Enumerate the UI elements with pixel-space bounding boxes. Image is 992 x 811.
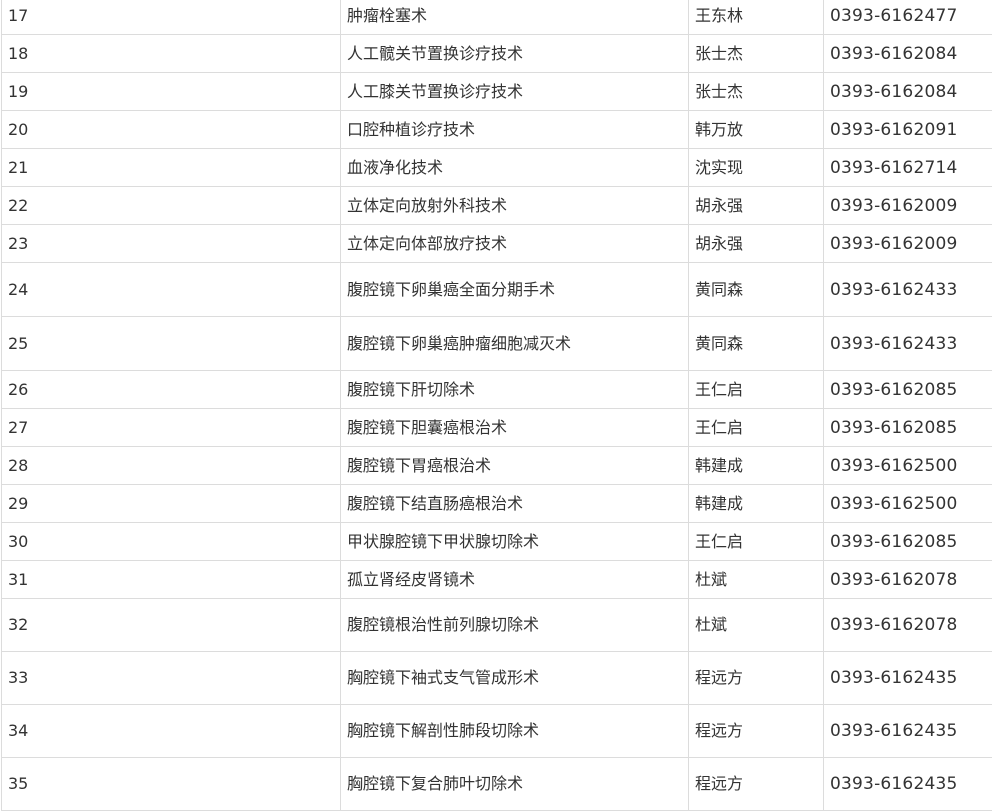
table-row: 33 胸腔镜下袖式支气管成形术 程远方 0393-6162435: [2, 652, 992, 705]
doctor-name: 程远方: [689, 705, 824, 758]
doctor-name: 杜斌: [689, 599, 824, 652]
phone-number: 0393-6162433: [824, 317, 992, 371]
phone-number: 0393-6162084: [824, 35, 992, 73]
doctor-name: 程远方: [689, 758, 824, 811]
row-number: 19: [2, 73, 341, 111]
technology-name: 腹腔镜根治性前列腺切除术: [341, 599, 689, 652]
table-row: 30 甲状腺腔镜下甲状腺切除术 王仁启 0393-6162085: [2, 523, 992, 561]
phone-number: 0393-6162085: [824, 409, 992, 447]
phone-number: 0393-6162435: [824, 705, 992, 758]
technology-name: 腹腔镜下肝切除术: [341, 371, 689, 409]
doctor-name: 王仁启: [689, 409, 824, 447]
technology-name: 人工膝关节置换诊疗技术: [341, 73, 689, 111]
doctor-name: 王仁启: [689, 371, 824, 409]
phone-number: 0393-6162435: [824, 758, 992, 811]
phone-number: 0393-6162433: [824, 263, 992, 317]
phone-number: 0393-6162435: [824, 652, 992, 705]
table-row: 24 腹腔镜下卵巢癌全面分期手术 黄同森 0393-6162433: [2, 263, 992, 317]
table-row: 22 立体定向放射外科技术 胡永强 0393-6162009: [2, 187, 992, 225]
technology-name: 腹腔镜下胃癌根治术: [341, 447, 689, 485]
row-number: 23: [2, 225, 341, 263]
technology-name: 腹腔镜下卵巢癌全面分期手术: [341, 263, 689, 317]
doctor-name: 胡永强: [689, 225, 824, 263]
phone-number: 0393-6162091: [824, 111, 992, 149]
row-number: 32: [2, 599, 341, 652]
technology-name: 甲状腺腔镜下甲状腺切除术: [341, 523, 689, 561]
phone-number: 0393-6162500: [824, 447, 992, 485]
technology-name: 立体定向体部放疗技术: [341, 225, 689, 263]
doctor-name: 王仁启: [689, 523, 824, 561]
technology-name: 口腔种植诊疗技术: [341, 111, 689, 149]
phone-number: 0393-6162500: [824, 485, 992, 523]
doctor-name: 黄同森: [689, 263, 824, 317]
phone-number: 0393-6162084: [824, 73, 992, 111]
technology-name: 人工髋关节置换诊疗技术: [341, 35, 689, 73]
table-row: 31 孤立肾经皮肾镜术 杜斌 0393-6162078: [2, 561, 992, 599]
table-row: 32 腹腔镜根治性前列腺切除术 杜斌 0393-6162078: [2, 599, 992, 652]
technology-name: 胸腔镜下复合肺叶切除术: [341, 758, 689, 811]
doctor-name: 黄同森: [689, 317, 824, 371]
row-number: 27: [2, 409, 341, 447]
technology-name: 血液净化技术: [341, 149, 689, 187]
row-number: 17: [2, 0, 341, 35]
table-row: 21 血液净化技术 沈实现 0393-6162714: [2, 149, 992, 187]
phone-number: 0393-6162477: [824, 0, 992, 35]
table-row: 34 胸腔镜下解剖性肺段切除术 程远方 0393-6162435: [2, 705, 992, 758]
table-row: 27 腹腔镜下胆囊癌根治术 王仁启 0393-6162085: [2, 409, 992, 447]
technology-name: 腹腔镜下卵巢癌肿瘤细胞减灭术: [341, 317, 689, 371]
technology-name: 胸腔镜下袖式支气管成形术: [341, 652, 689, 705]
technology-name: 肿瘤栓塞术: [341, 0, 689, 35]
row-number: 33: [2, 652, 341, 705]
table-row: 17 肿瘤栓塞术 王东林 0393-6162477: [2, 0, 992, 35]
row-number: 22: [2, 187, 341, 225]
phone-number: 0393-6162078: [824, 561, 992, 599]
row-number: 30: [2, 523, 341, 561]
doctor-name: 王东林: [689, 0, 824, 35]
table-row: 18 人工髋关节置换诊疗技术 张士杰 0393-6162084: [2, 35, 992, 73]
table-row: 25 腹腔镜下卵巢癌肿瘤细胞减灭术 黄同森 0393-6162433: [2, 317, 992, 371]
doctor-name: 张士杰: [689, 73, 824, 111]
doctor-name: 张士杰: [689, 35, 824, 73]
technology-name: 腹腔镜下结直肠癌根治术: [341, 485, 689, 523]
table-row: 26 腹腔镜下肝切除术 王仁启 0393-6162085: [2, 371, 992, 409]
table-row: 28 腹腔镜下胃癌根治术 韩建成 0393-6162500: [2, 447, 992, 485]
technology-name: 胸腔镜下解剖性肺段切除术: [341, 705, 689, 758]
technology-name: 腹腔镜下胆囊癌根治术: [341, 409, 689, 447]
doctor-name: 杜斌: [689, 561, 824, 599]
doctor-name: 沈实现: [689, 149, 824, 187]
row-number: 28: [2, 447, 341, 485]
technology-name: 立体定向放射外科技术: [341, 187, 689, 225]
row-number: 31: [2, 561, 341, 599]
table-row: 20 口腔种植诊疗技术 韩万放 0393-6162091: [2, 111, 992, 149]
row-number: 21: [2, 149, 341, 187]
phone-number: 0393-6162009: [824, 187, 992, 225]
doctor-name: 韩建成: [689, 485, 824, 523]
row-number: 26: [2, 371, 341, 409]
row-number: 25: [2, 317, 341, 371]
table-row: 35 胸腔镜下复合肺叶切除术 程远方 0393-6162435: [2, 758, 992, 811]
doctor-name: 韩建成: [689, 447, 824, 485]
table-row: 23 立体定向体部放疗技术 胡永强 0393-6162009: [2, 225, 992, 263]
row-number: 34: [2, 705, 341, 758]
doctor-name: 胡永强: [689, 187, 824, 225]
phone-number: 0393-6162714: [824, 149, 992, 187]
doctor-name: 韩万放: [689, 111, 824, 149]
phone-number: 0393-6162078: [824, 599, 992, 652]
row-number: 24: [2, 263, 341, 317]
doctor-name: 程远方: [689, 652, 824, 705]
phone-number: 0393-6162085: [824, 523, 992, 561]
row-number: 18: [2, 35, 341, 73]
row-number: 29: [2, 485, 341, 523]
phone-number: 0393-6162009: [824, 225, 992, 263]
phone-number: 0393-6162085: [824, 371, 992, 409]
row-number: 35: [2, 758, 341, 811]
technology-name: 孤立肾经皮肾镜术: [341, 561, 689, 599]
row-number: 20: [2, 111, 341, 149]
table-row: 19 人工膝关节置换诊疗技术 张士杰 0393-6162084: [2, 73, 992, 111]
table-row: 29 腹腔镜下结直肠癌根治术 韩建成 0393-6162500: [2, 485, 992, 523]
technology-table: 17 肿瘤栓塞术 王东林 0393-6162477 18 人工髋关节置换诊疗技术…: [1, 0, 992, 811]
